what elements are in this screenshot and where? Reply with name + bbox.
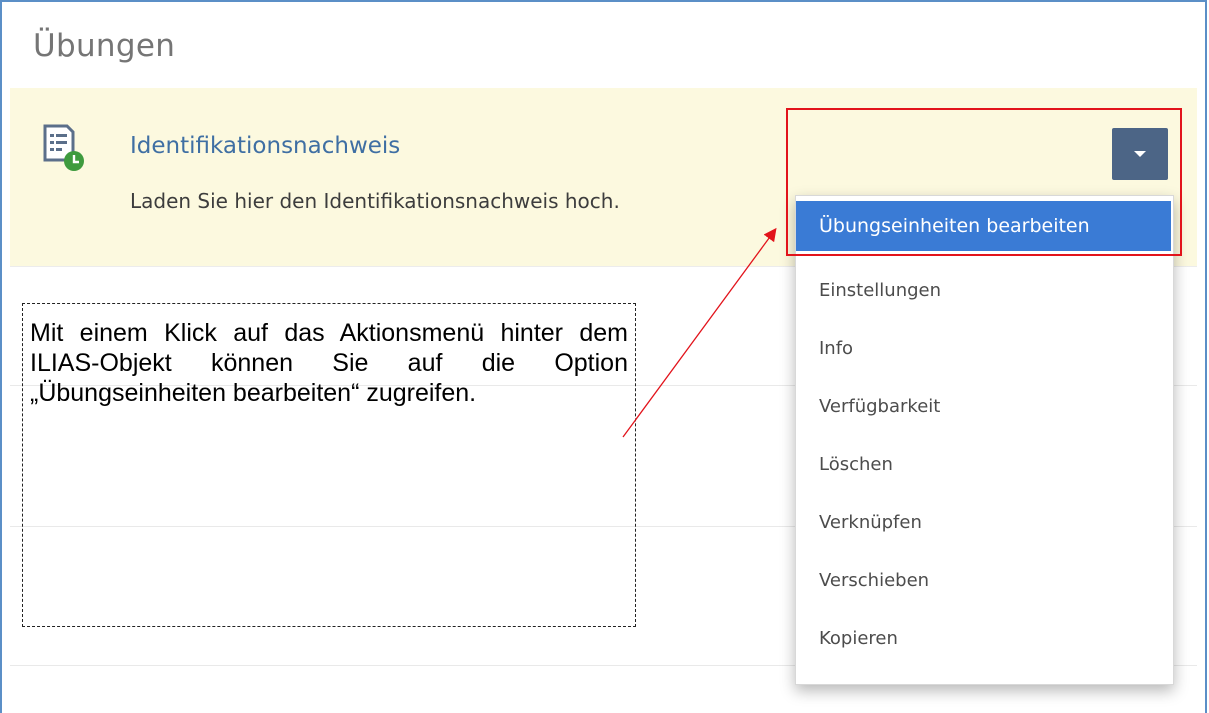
annotation-arrow <box>622 227 777 438</box>
